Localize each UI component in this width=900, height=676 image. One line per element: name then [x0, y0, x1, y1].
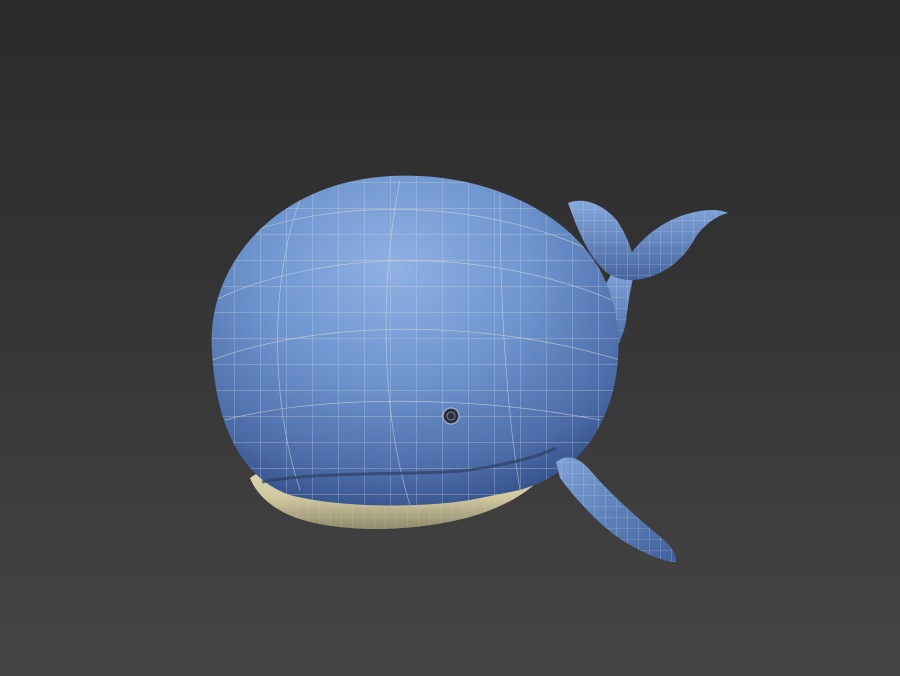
whale-render — [211, 175, 728, 562]
eye — [442, 407, 460, 425]
scene — [0, 0, 900, 676]
pectoral-fin — [556, 457, 677, 562]
3d-viewport[interactable] — [0, 0, 900, 676]
